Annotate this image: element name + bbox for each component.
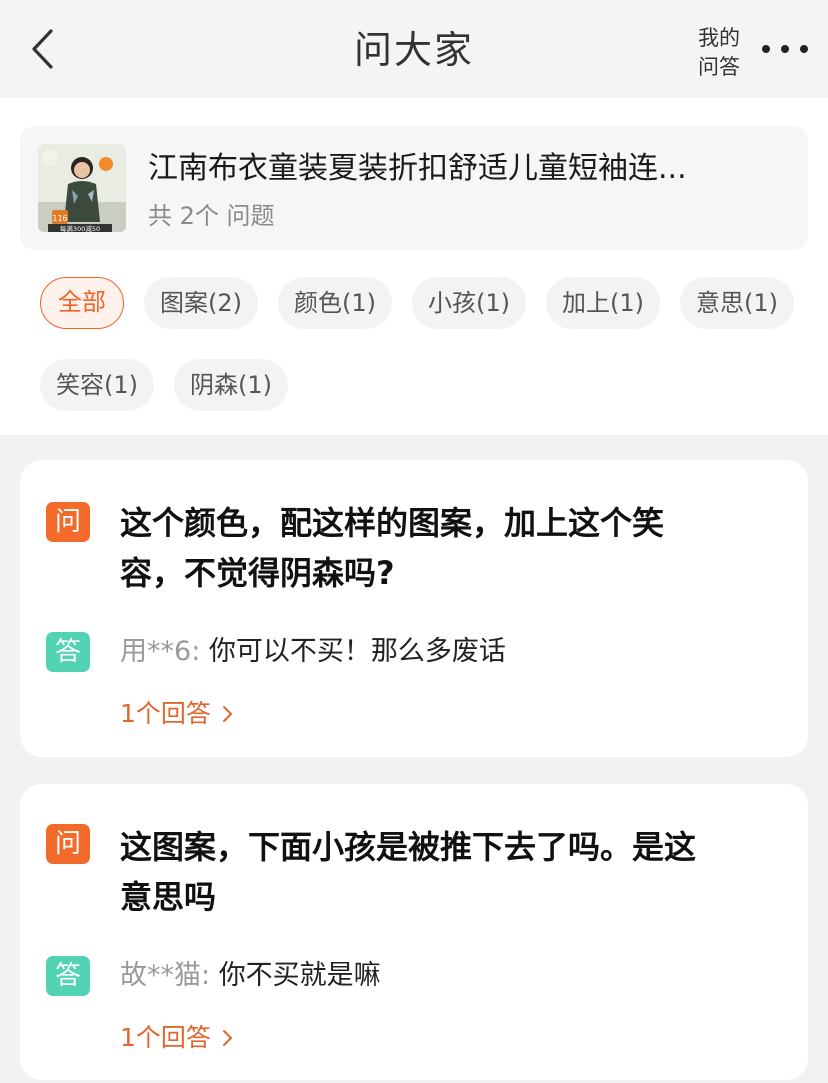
more-dot-icon	[781, 45, 789, 53]
product-title: 江南布衣童装夏装折扣舒适儿童短袖连...	[148, 151, 687, 186]
question-badge: 问	[46, 502, 90, 542]
product-thumbnail: 116 每满300减50	[38, 144, 126, 232]
answer-badge: 答	[46, 956, 90, 996]
my-qa-button[interactable]: 我的 问答	[694, 24, 744, 82]
question-badge: 问	[46, 824, 90, 864]
answer-text: 你不买就是嘛	[218, 960, 381, 991]
more-dot-icon	[762, 45, 770, 53]
question-card[interactable]: 问 这个颜色，配这样的图案，加上这个笑 容，不觉得阴森吗? 答 用**6: 你可…	[20, 460, 808, 757]
question-text-line: 容，不觉得阴森吗?	[120, 554, 395, 592]
filter-tag-color[interactable]: 颜色(1)	[278, 277, 392, 329]
reply-count-label: 1个回答	[120, 1023, 211, 1052]
question-text-line: 这图案，下面小孩是被推下去了吗。是这	[120, 828, 697, 866]
my-qa-label-line2: 问答	[698, 55, 740, 79]
filter-tag-child[interactable]: 小孩(1)	[412, 277, 526, 329]
answer-text: 你可以不买！那么多废话	[208, 636, 506, 667]
filter-tag-all[interactable]: 全部	[40, 277, 124, 329]
question-text-line: 这个颜色，配这样的图案，加上这个笑	[120, 504, 665, 542]
filter-tag-meaning[interactable]: 意思(1)	[680, 277, 794, 329]
question-text-line: 意思吗	[120, 878, 217, 916]
answer-badge: 答	[46, 632, 90, 672]
answer-username: 用**6	[120, 636, 192, 667]
question-text: 这个颜色，配这样的图案，加上这个笑 容，不觉得阴森吗?	[120, 498, 780, 598]
more-button[interactable]	[762, 36, 808, 62]
question-card[interactable]: 问 这图案，下面小孩是被推下去了吗。是这 意思吗 答 故**猫: 你不买就是嘛 …	[20, 784, 808, 1080]
question-count: 共 2个 问题	[148, 202, 275, 230]
header-bar: 问大家 我的 问答	[0, 0, 828, 98]
answer-username: 故**猫	[120, 960, 201, 991]
answer-preview: 用**6: 你可以不买！那么多废话	[120, 636, 506, 667]
answer-preview: 故**猫: 你不买就是嘛	[120, 960, 381, 991]
filter-tag-gloomy[interactable]: 阴森(1)	[174, 359, 288, 411]
reply-count-link[interactable]: 1个回答	[120, 696, 233, 732]
chevron-right-icon	[222, 706, 232, 722]
svg-text:每满300减50: 每满300减50	[60, 224, 100, 232]
filter-tag-smile[interactable]: 笑容(1)	[40, 359, 154, 411]
filter-tag-plus[interactable]: 加上(1)	[546, 277, 660, 329]
filter-tag-pattern[interactable]: 图案(2)	[144, 277, 258, 329]
product-filter-section: 116 每满300减50 江南布衣童装夏装折扣舒适儿童短袖连... 共 2个 问…	[0, 98, 828, 435]
svg-text:116: 116	[52, 214, 67, 223]
reply-count-label: 1个回答	[120, 699, 211, 728]
more-dot-icon	[800, 45, 808, 53]
product-card[interactable]: 116 每满300减50 江南布衣童装夏装折扣舒适儿童短袖连... 共 2个 问…	[20, 126, 808, 250]
question-text: 这图案，下面小孩是被推下去了吗。是这 意思吗	[120, 822, 780, 922]
my-qa-label-line1: 我的	[698, 26, 740, 50]
reply-count-link[interactable]: 1个回答	[120, 1020, 233, 1056]
chevron-right-icon	[222, 1030, 232, 1046]
